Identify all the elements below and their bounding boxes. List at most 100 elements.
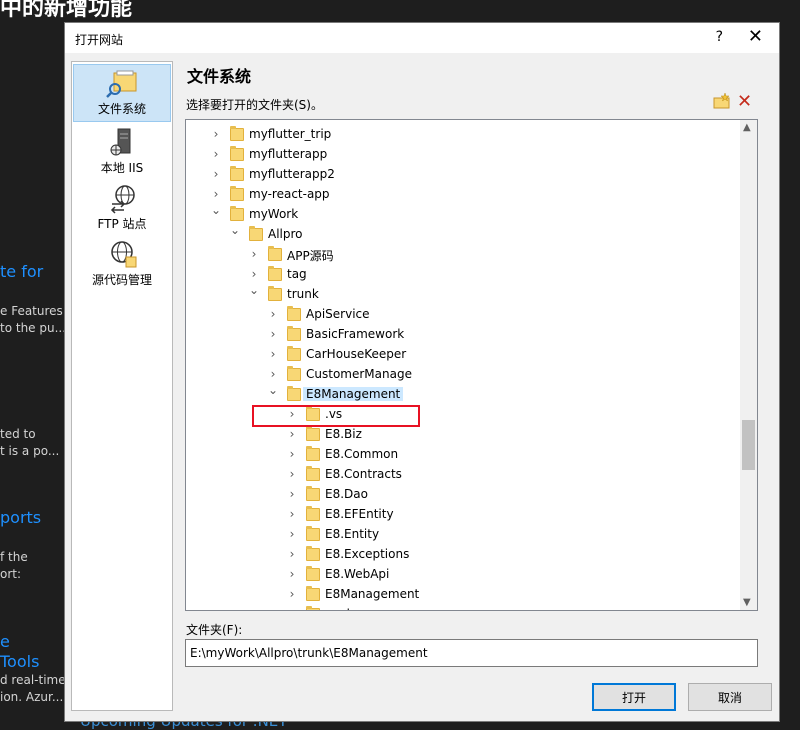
background-title: 中的新增功能 (0, 0, 133, 21)
background-text: d real-time (0, 673, 66, 687)
tree-item[interactable]: ⌄ Allpro (186, 223, 740, 245)
chevron-right-icon[interactable]: › (286, 547, 298, 563)
chevron-right-icon[interactable]: › (210, 127, 222, 143)
tree-item[interactable]: › E8.Entity (186, 525, 740, 545)
tree-item-label: CustomerManage (306, 367, 412, 381)
annotation-highlight-box (252, 405, 420, 427)
tree-item[interactable]: › my-react-app (186, 185, 740, 205)
tree-item-label: myWork (249, 207, 299, 221)
chevron-right-icon[interactable]: › (210, 147, 222, 163)
folder-icon (230, 126, 244, 141)
tree-item[interactable]: › myflutter_trip (186, 125, 740, 145)
tree-item[interactable]: › E8.WebApi (186, 565, 740, 585)
tree-item-label: Allpro (268, 227, 303, 241)
folder-tree[interactable]: › myflutter_trip › myflutterapp › myflutterap… (185, 119, 758, 611)
tree-item[interactable]: › APP源码 (186, 245, 740, 265)
chevron-right-icon[interactable]: › (267, 327, 279, 343)
new-folder-icon[interactable] (713, 93, 731, 109)
tree-item[interactable]: ⌄ trunk (186, 283, 740, 305)
folder-path-input[interactable] (185, 639, 758, 667)
tree-item[interactable]: › E8Management (186, 585, 740, 605)
chevron-right-icon[interactable]: › (286, 527, 298, 543)
chevron-right-icon[interactable]: › (286, 487, 298, 503)
tree-item[interactable]: › E8.Common (186, 445, 740, 465)
folder-icon (306, 506, 320, 521)
chevron-right-icon[interactable]: › (210, 167, 222, 183)
nav-item-ftp-site[interactable]: FTP 站点 (73, 180, 171, 238)
nav-label: 本地 IIS (100, 161, 144, 175)
open-website-dialog: 打开网站 ? ✕ 文件系统 本地 IIS FTP 站点 源代码管理 文件系统 选… (64, 22, 780, 722)
tree-item-label: E8Management (303, 387, 404, 401)
chevron-right-icon[interactable]: › (286, 567, 298, 583)
scroll-down-icon[interactable]: ▼ (743, 597, 751, 608)
background-link[interactable]: e (0, 632, 10, 651)
chevron-right-icon[interactable]: › (286, 467, 298, 483)
tree-item[interactable]: ⌄ myWork (186, 203, 740, 225)
scrollbar-thumb[interactable] (742, 420, 755, 470)
chevron-right-icon[interactable]: › (210, 187, 222, 203)
cancel-button[interactable]: 取消 (688, 683, 772, 711)
tree-item-label: myflutter_trip (249, 127, 332, 141)
folder-icon (287, 306, 301, 321)
chevron-right-icon[interactable]: › (267, 367, 279, 383)
tree-item-label: tag (287, 267, 307, 281)
tree-item[interactable]: › E8.Biz (186, 425, 740, 445)
tree-item[interactable]: › E8.Exceptions (186, 545, 740, 565)
tree-item[interactable]: ⌄ E8Management (186, 383, 740, 405)
chevron-down-icon[interactable]: ⌄ (229, 223, 241, 239)
folder-icon (287, 346, 301, 361)
tree-item[interactable]: › tag (186, 265, 740, 285)
nav-label: 源代码管理 (91, 273, 152, 287)
tree-item-label: E8.Dao (325, 487, 368, 501)
chevron-right-icon[interactable]: › (286, 447, 298, 463)
tree-item-label: E8.Common (325, 447, 399, 461)
chevron-right-icon[interactable]: › (286, 507, 298, 523)
tree-item[interactable]: › E8.EFEntity (186, 505, 740, 525)
tree-item[interactable]: › ApiService (186, 305, 740, 325)
folder-icon (306, 586, 320, 601)
chevron-right-icon[interactable]: › (267, 347, 279, 363)
tree-item[interactable]: › CustomerManage (186, 365, 740, 385)
open-button[interactable]: 打开 (592, 683, 676, 711)
chevron-right-icon[interactable]: › (248, 267, 260, 283)
help-button[interactable]: ? (716, 29, 723, 45)
chevron-down-icon[interactable]: ⌄ (210, 203, 222, 219)
folder-icon (268, 266, 282, 281)
chevron-right-icon[interactable]: › (248, 247, 260, 263)
nav-label: FTP 站点 (97, 217, 147, 231)
nav-item-source-control[interactable]: 源代码管理 (73, 236, 171, 294)
chevron-right-icon[interactable]: › (267, 307, 279, 323)
file-system-icon (106, 70, 137, 98)
folder-icon (306, 606, 320, 610)
background-link[interactable]: te for (0, 262, 43, 281)
chevron-right-icon[interactable]: › (286, 587, 298, 603)
chevron-down-icon[interactable]: ⌄ (248, 283, 260, 299)
delete-icon[interactable]: ✕ (737, 91, 752, 112)
tree-item[interactable]: › E8.Dao (186, 485, 740, 505)
chevron-right-icon[interactable]: › (286, 607, 298, 610)
chevron-right-icon[interactable]: › (286, 427, 298, 443)
page-title: 文件系统 (187, 67, 252, 86)
close-button[interactable]: ✕ (748, 26, 763, 47)
tree-item[interactable]: › BasicFramework (186, 325, 740, 345)
background-link[interactable]: ports (0, 508, 41, 527)
tree-item[interactable]: › myflutterapp2 (186, 165, 740, 185)
nav-item-file-system[interactable]: 文件系统 (73, 64, 171, 122)
chevron-down-icon[interactable]: ⌄ (267, 383, 279, 399)
nav-item-local-iis[interactable]: 本地 IIS (73, 124, 171, 182)
folder-icon (306, 426, 320, 441)
scroll-up-icon[interactable]: ▲ (743, 122, 751, 133)
tree-item-label: packages (325, 607, 382, 610)
background-text: t is a po... (0, 444, 60, 458)
tree-item[interactable]: › myflutterapp (186, 145, 740, 165)
folder-icon (306, 446, 320, 461)
dialog-titlebar: 打开网站 ? ✕ (65, 23, 779, 53)
folder-icon (287, 386, 301, 401)
tree-item[interactable]: › E8.Contracts (186, 465, 740, 485)
folder-icon (306, 526, 320, 541)
tree-scrollbar[interactable]: ▲ ▼ (740, 120, 757, 610)
folder-icon (268, 246, 282, 261)
tree-item[interactable]: › CarHouseKeeper (186, 345, 740, 365)
tree-item[interactable]: › packages (186, 605, 740, 610)
background-link[interactable]: Tools (0, 652, 39, 671)
